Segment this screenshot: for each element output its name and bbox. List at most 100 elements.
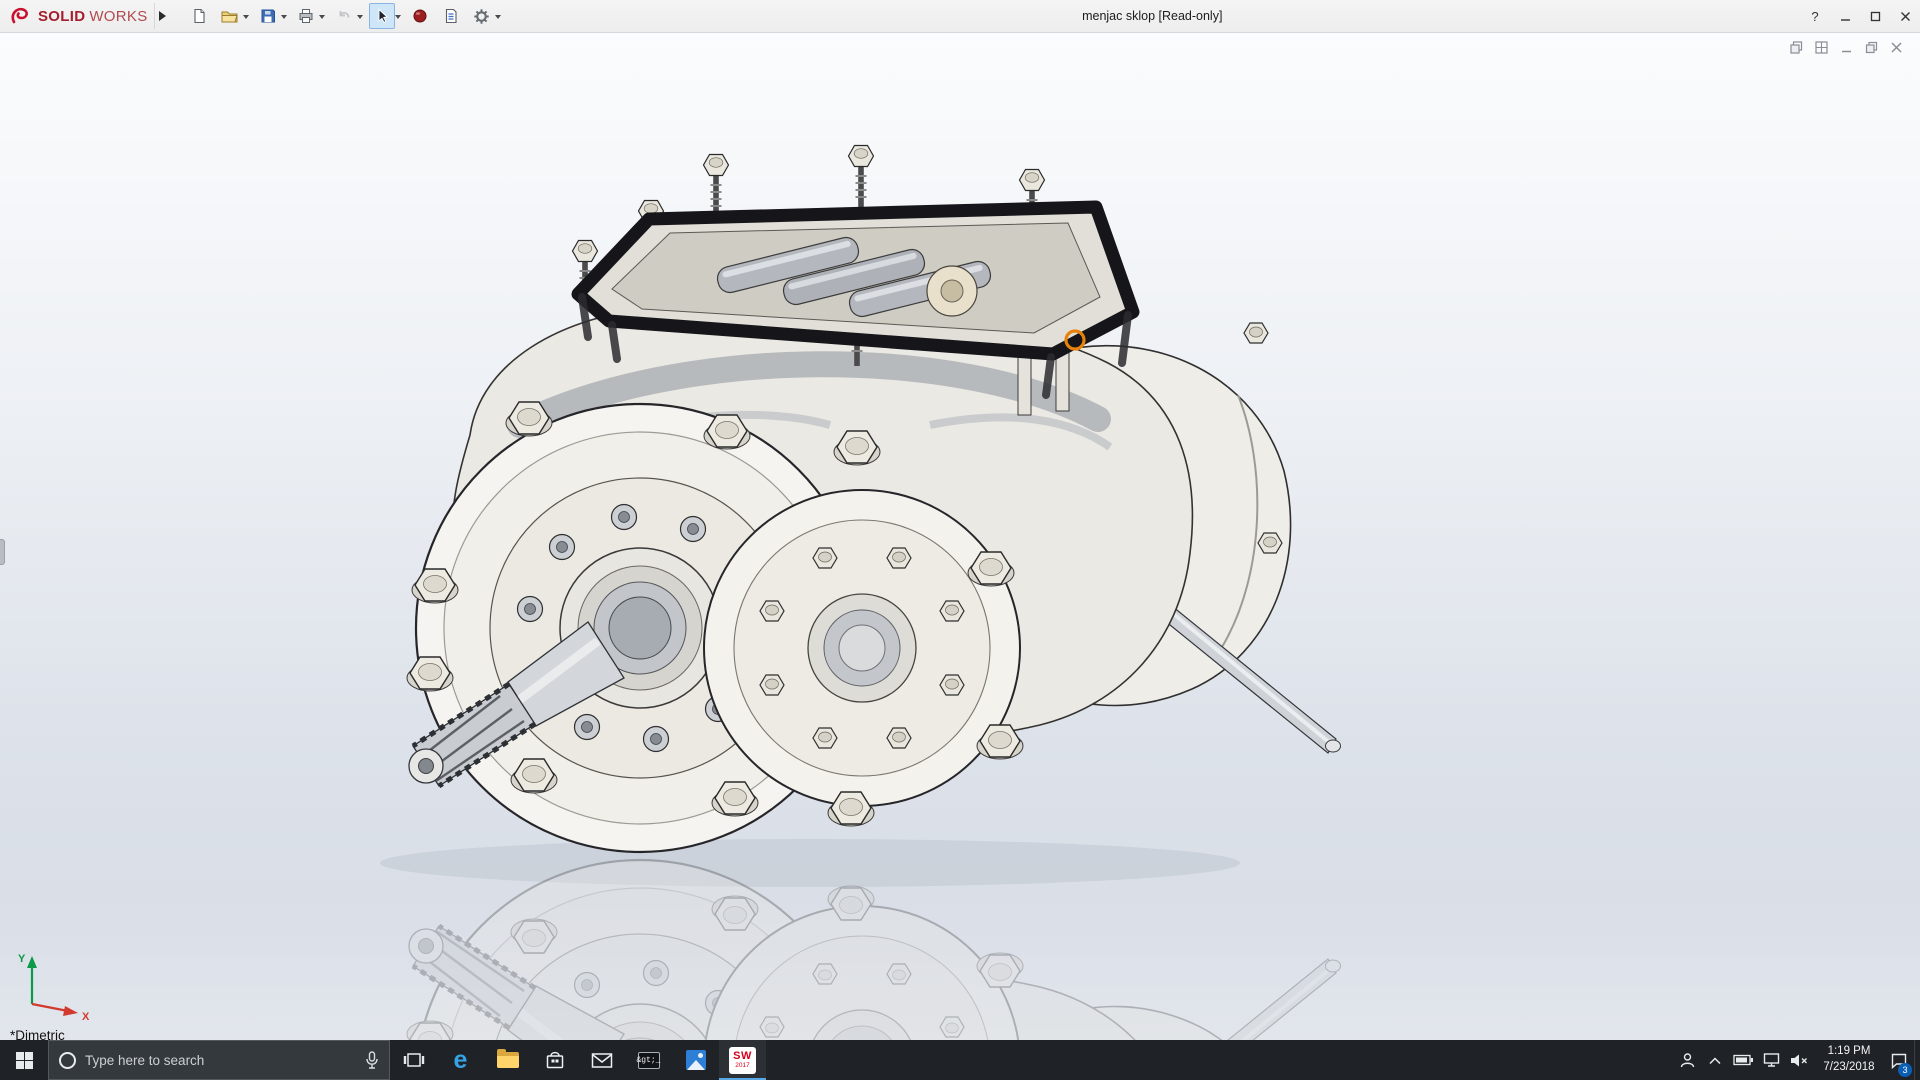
minimize-button[interactable] (1830, 0, 1860, 33)
select-tool-button[interactable] (369, 3, 395, 29)
hidden-icons-button[interactable] (1702, 1040, 1728, 1080)
brand-text-light: WORKS (89, 8, 147, 25)
doc-minimize-button[interactable] (1839, 40, 1854, 55)
clock-time: 1:19 PM (1814, 1044, 1884, 1060)
3d-model-canvas[interactable] (0, 33, 1920, 1040)
options-button[interactable] (469, 3, 495, 29)
options-dropdown-caret[interactable] (495, 15, 501, 22)
solidworks-app-icon: SW 2017 (729, 1047, 756, 1074)
undo-dropdown-caret[interactable] (357, 15, 363, 22)
network-button[interactable] (1758, 1040, 1784, 1080)
triad-y-label: Y (18, 953, 26, 965)
titlebar: SOLIDWORKS (0, 0, 1920, 33)
gearbox-model[interactable] (407, 146, 1341, 853)
rebuild-icon (412, 8, 428, 24)
photos-icon (686, 1050, 706, 1070)
cortana-icon (59, 1052, 76, 1069)
doc-close-button[interactable] (1889, 40, 1904, 55)
store-icon (544, 1049, 566, 1071)
doc-tile-button[interactable] (1814, 40, 1829, 55)
print-button[interactable] (293, 3, 319, 29)
windows-logo-icon (16, 1052, 33, 1069)
view-orientation-label: *Dimetric (10, 1028, 65, 1040)
rebuild-button[interactable] (407, 3, 433, 29)
window-controls: ? (1800, 0, 1920, 33)
file-properties-icon (443, 8, 459, 24)
close-button[interactable] (1890, 0, 1920, 33)
system-tray: 1:19 PM 7/23/2018 3 (1674, 1040, 1920, 1080)
clock-date: 7/23/2018 (1814, 1060, 1884, 1076)
photos-button[interactable] (672, 1040, 719, 1080)
minimize-icon (1840, 11, 1851, 22)
windows-taskbar: e &gt;_ SW 2017 (0, 1040, 1920, 1080)
window-title: menjac sklop [Read-only] (505, 9, 1800, 23)
doc-cascade-button[interactable] (1789, 40, 1804, 55)
doc-cascade-icon (1790, 41, 1803, 54)
action-center-button[interactable]: 3 (1886, 1040, 1912, 1080)
undo-button[interactable] (331, 3, 357, 29)
open-folder-icon (221, 8, 238, 24)
battery-button[interactable] (1730, 1040, 1756, 1080)
network-icon (1763, 1052, 1780, 1068)
solidworks-taskbar-button[interactable]: SW 2017 (719, 1040, 766, 1080)
new-document-button[interactable] (186, 3, 212, 29)
print-icon (298, 8, 314, 24)
close-icon (1900, 11, 1911, 22)
solidworks-logo: SOLIDWORKS (0, 6, 154, 26)
edge-button[interactable]: e (437, 1040, 484, 1080)
taskbar-search[interactable] (48, 1040, 390, 1080)
start-button[interactable] (0, 1040, 48, 1080)
chevron-up-icon (1708, 1056, 1722, 1065)
options-gear-icon (473, 8, 490, 25)
doc-close-icon (1890, 41, 1903, 54)
orientation-triad: Y X (14, 946, 98, 1026)
doc-minimize-icon (1840, 41, 1853, 54)
ds-logo-icon (10, 6, 34, 26)
people-icon (1679, 1052, 1696, 1069)
command-prompt-button[interactable]: &gt;_ (625, 1040, 672, 1080)
microphone-icon[interactable] (365, 1051, 379, 1069)
mail-button[interactable] (578, 1040, 625, 1080)
maximize-button[interactable] (1860, 0, 1890, 33)
help-button[interactable]: ? (1800, 0, 1830, 33)
doc-tile-icon (1815, 41, 1828, 54)
show-desktop-button[interactable] (1914, 1040, 1920, 1080)
doc-restore-button[interactable] (1864, 40, 1879, 55)
notification-badge: 3 (1898, 1063, 1912, 1077)
menu-flyout-button[interactable] (154, 3, 172, 29)
taskbar-clock[interactable]: 1:19 PM 7/23/2018 (1814, 1044, 1884, 1075)
undo-icon (336, 8, 352, 24)
save-button[interactable] (255, 3, 281, 29)
volume-button[interactable] (1786, 1040, 1812, 1080)
panel-splitter-handle[interactable] (0, 539, 5, 565)
select-cursor-icon (374, 8, 390, 24)
new-document-icon (191, 8, 207, 24)
select-dropdown-caret[interactable] (395, 15, 401, 22)
edge-icon: e (454, 1048, 468, 1073)
print-dropdown-caret[interactable] (319, 15, 325, 22)
volume-muted-icon (1790, 1053, 1809, 1068)
file-properties-button[interactable] (438, 3, 464, 29)
brand-text-bold: SOLID (38, 8, 85, 25)
file-explorer-button[interactable] (484, 1040, 531, 1080)
mail-icon (591, 1052, 613, 1069)
task-view-button[interactable] (390, 1040, 437, 1080)
file-explorer-icon (497, 1052, 519, 1068)
model-reflection (407, 860, 1341, 1040)
standard-toolbar (186, 3, 505, 29)
task-view-icon (403, 1051, 425, 1069)
open-button[interactable] (217, 3, 243, 29)
save-floppy-icon (260, 8, 276, 24)
document-window-controls (1789, 40, 1904, 55)
flyout-arrow-icon (159, 11, 171, 21)
open-dropdown-caret[interactable] (243, 15, 249, 22)
battery-icon (1733, 1054, 1754, 1066)
search-input[interactable] (85, 1053, 356, 1068)
save-dropdown-caret[interactable] (281, 15, 287, 22)
triad-x-label: X (82, 1011, 90, 1023)
command-prompt-icon: &gt;_ (638, 1052, 660, 1069)
graphics-area[interactable]: Y X *Dimetric (0, 33, 1920, 1040)
store-button[interactable] (531, 1040, 578, 1080)
people-button[interactable] (1674, 1040, 1700, 1080)
maximize-icon (1870, 11, 1881, 22)
